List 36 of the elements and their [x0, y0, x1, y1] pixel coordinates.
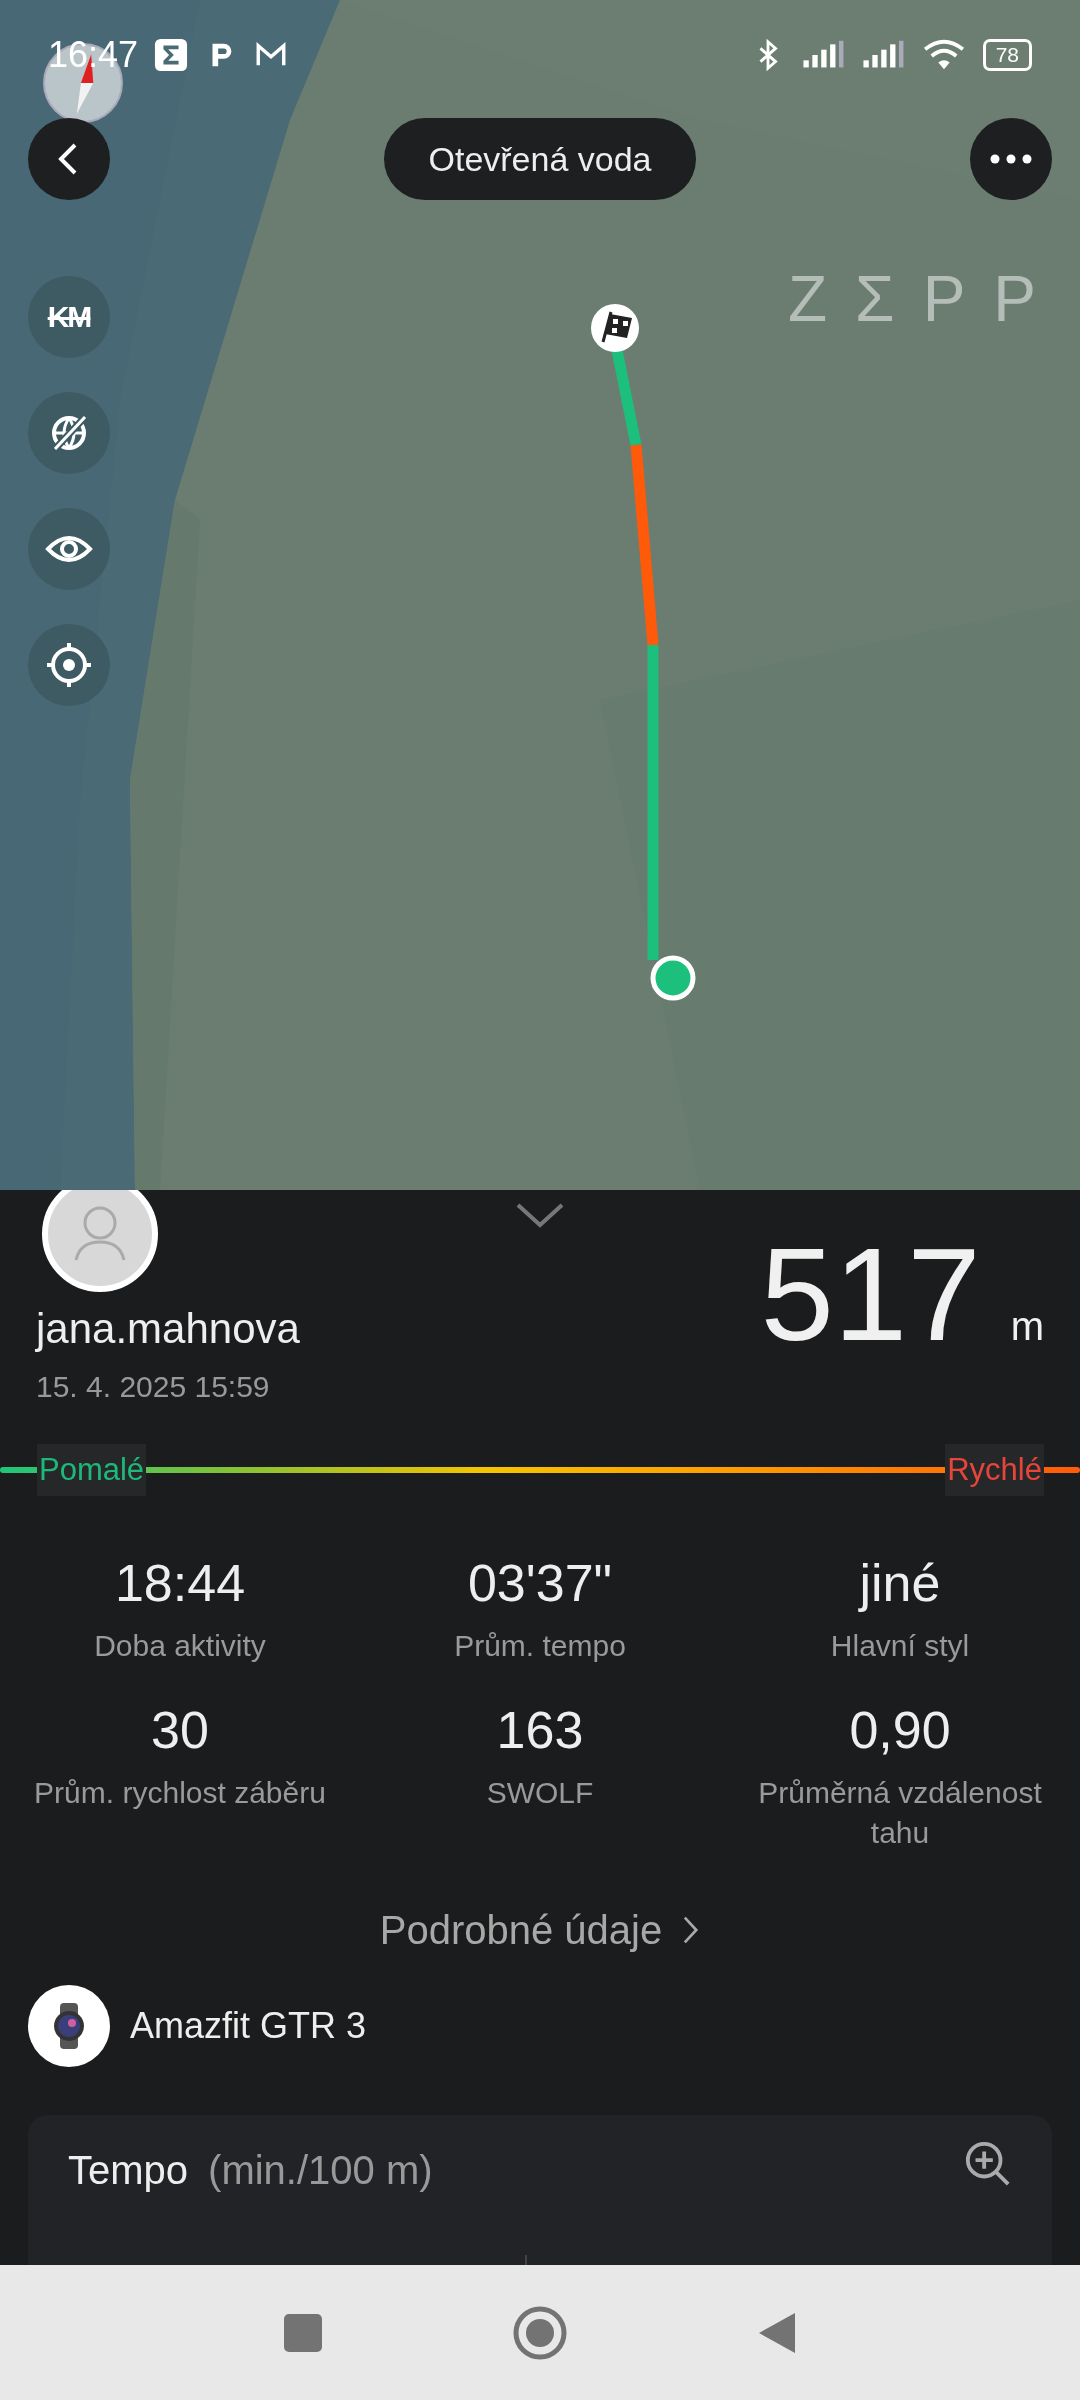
collapse-chevron-icon[interactable]: [515, 1202, 565, 1228]
battery-indicator: 78: [982, 39, 1032, 71]
eye-icon: [45, 533, 93, 565]
stat-value: 03'37": [467, 1553, 613, 1614]
sigma-app-icon: [154, 38, 189, 72]
zoom-in-icon[interactable]: [964, 2140, 1012, 2188]
card-unit: (min./100 m): [208, 2147, 433, 2193]
slow-label: Pomalé: [37, 1444, 147, 1496]
device-name: Amazfit GTR 3: [130, 2005, 367, 2047]
activity-date: 15. 4. 2025 15:59: [36, 1369, 271, 1405]
avatar-icon: [42, 1190, 158, 1292]
card-title: Tempo: [68, 2147, 189, 2193]
stat-label: Prům. rychlost záběru: [34, 1775, 326, 1811]
fast-label: Rychlé: [945, 1444, 1044, 1496]
back-nav-icon[interactable]: [757, 2310, 797, 2355]
stat-value: jiné: [859, 1553, 941, 1614]
distance-value: 517: [760, 1230, 981, 1360]
stat-label: Průměrná vzdálenost tahu: [757, 1775, 1043, 1851]
stat-label: Doba aktivity: [94, 1628, 266, 1664]
chevron-right-icon: [682, 1915, 701, 1945]
stat-value: 18:44: [114, 1553, 246, 1614]
watch-icon: [28, 1985, 110, 2067]
stat-value: 163: [496, 1700, 584, 1761]
stat-label: Hlavní styl: [830, 1628, 970, 1664]
more-icon: [989, 153, 1033, 165]
stat-label: Prům. tempo: [454, 1628, 626, 1664]
stat-value: 30: [151, 1700, 209, 1761]
username: jana.mahnova: [36, 1304, 300, 1354]
activity-title: Otevřená voda: [384, 118, 696, 200]
crosshair-icon: [45, 641, 93, 689]
details-link[interactable]: Podrobné údaje: [379, 1905, 701, 1955]
distance-unit: m: [1010, 1304, 1044, 1349]
home-icon[interactable]: [513, 2305, 567, 2360]
stat-value: 0,90: [849, 1700, 951, 1761]
stat-label: SWOLF: [486, 1775, 594, 1811]
app-logo: ZΣPP: [787, 262, 1064, 336]
